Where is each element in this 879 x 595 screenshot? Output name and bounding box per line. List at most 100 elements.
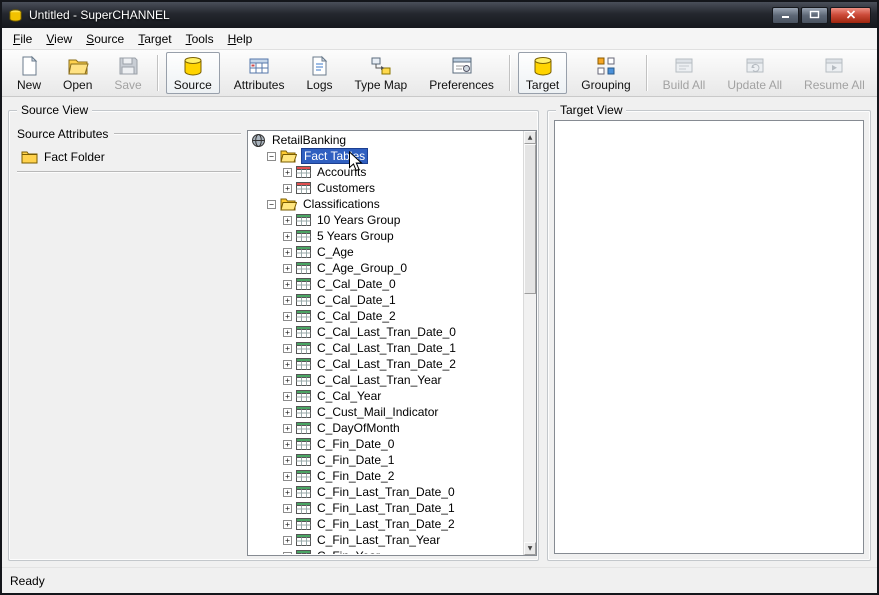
scroll-up-button[interactable]: ▲ — [524, 131, 536, 144]
tree-item-label: C_Fin_Last_Tran_Date_2 — [315, 517, 457, 531]
tree-item-c-cal-last-tran-date-2[interactable]: +C_Cal_Last_Tran_Date_2 — [249, 356, 522, 372]
tree-item-c-fin-date-0[interactable]: +C_Fin_Date_0 — [249, 436, 522, 452]
tree-item-c-age-group-0[interactable]: +C_Age_Group_0 — [249, 260, 522, 276]
expand-toggle-icon[interactable]: + — [283, 472, 292, 481]
expand-toggle-icon[interactable]: + — [283, 280, 292, 289]
expand-toggle-icon[interactable]: + — [283, 504, 292, 513]
tree-item-c-cal-year[interactable]: +C_Cal_Year — [249, 388, 522, 404]
expand-toggle-icon[interactable]: + — [283, 344, 292, 353]
expand-toggle-icon[interactable]: + — [283, 552, 292, 555]
scroll-down-button[interactable]: ▼ — [524, 542, 536, 555]
tree-item-fact-tables[interactable]: −Fact Tables — [249, 148, 522, 164]
tree-item-c-fin-date-2[interactable]: +C_Fin_Date_2 — [249, 468, 522, 484]
expand-toggle-icon[interactable]: + — [283, 408, 292, 417]
expand-toggle-icon[interactable]: + — [283, 216, 292, 225]
toolbar-target-button[interactable]: Target — [518, 52, 567, 94]
menu-tools[interactable]: Tools — [179, 30, 221, 48]
tree-item-c-fin-last-tran-date-2[interactable]: + C_Fin_Last_Tran_Date_2 — [249, 516, 522, 532]
tree-item-classifications[interactable]: −Classifications — [249, 196, 522, 212]
collapse-toggle-icon[interactable]: − — [267, 200, 276, 209]
tree-item-5-years-group[interactable]: +5 Years Group — [249, 228, 522, 244]
expand-toggle-icon[interactable]: + — [283, 424, 292, 433]
tree-item-label: RetailBanking — [270, 133, 348, 147]
toolbar-type-map-button[interactable]: Type Map — [347, 52, 416, 94]
toolbar-open-button[interactable]: Open — [55, 52, 100, 94]
tree-item-c-cal-date-0[interactable]: +C_Cal_Date_0 — [249, 276, 522, 292]
table-green-icon — [296, 309, 311, 323]
table-green-icon — [296, 389, 311, 403]
window-controls — [772, 7, 871, 24]
expand-toggle-icon[interactable]: + — [283, 184, 292, 193]
source-tree: RetailBanking−Fact Tables+Accounts+Custo… — [247, 130, 537, 556]
status-text: Ready — [10, 574, 45, 588]
menu-source[interactable]: Source — [79, 30, 131, 48]
tree-item-c-age[interactable]: + C_Age — [249, 244, 522, 260]
tree-item-c-fin-date-1[interactable]: +C_Fin_Date_1 — [249, 452, 522, 468]
source-attribute-item[interactable]: Fact Folder — [17, 141, 241, 171]
expand-toggle-icon[interactable]: + — [283, 536, 292, 545]
toolbar-separator — [509, 55, 511, 91]
toolbar-update-all-button: Update All — [719, 52, 790, 94]
toolbar-preferences-button[interactable]: Preferences — [421, 52, 502, 94]
tree-item-c-fin-year[interactable]: +C_Fin_Year — [249, 548, 522, 554]
main-area: Source View Source Attributes Fact Folde… — [2, 97, 877, 567]
maximize-button[interactable] — [801, 7, 828, 24]
tree-item-c-cust-mail-indicator[interactable]: +C_Cust_Mail_Indicator — [249, 404, 522, 420]
tree-item-c-fin-last-tran-date-1[interactable]: +C_Fin_Last_Tran_Date_1 — [249, 500, 522, 516]
tree-item-c-cal-last-tran-date-1[interactable]: +C_Cal_Last_Tran_Date_1 — [249, 340, 522, 356]
expand-toggle-icon[interactable]: + — [283, 168, 292, 177]
tree-item-c-cal-last-tran-year[interactable]: + C_Cal_Last_Tran_Year — [249, 372, 522, 388]
expand-toggle-icon[interactable]: + — [283, 488, 292, 497]
tree-item-c-cal-date-1[interactable]: +C_Cal_Date_1 — [249, 292, 522, 308]
expand-toggle-icon[interactable]: + — [283, 520, 292, 529]
collapse-toggle-icon[interactable]: − — [267, 152, 276, 161]
toolbar-resume-all-button: Resume All — [796, 52, 873, 94]
tree-item-c-fin-last-tran-date-0[interactable]: +C_Fin_Last_Tran_Date_0 — [249, 484, 522, 500]
separator-line — [17, 171, 241, 173]
expand-toggle-icon[interactable]: + — [283, 392, 292, 401]
toolbar-attributes-button[interactable]: Attributes — [226, 52, 293, 94]
table-green-icon — [296, 437, 311, 451]
toolbar-grouping-button[interactable]: Grouping — [573, 52, 638, 94]
menu-view[interactable]: View — [39, 30, 79, 48]
tree-item-label: C_Cal_Last_Tran_Year — [315, 373, 444, 387]
tree-item-retailbanking[interactable]: RetailBanking — [249, 132, 522, 148]
expand-toggle-icon[interactable]: + — [283, 248, 292, 257]
tree-scrollbar[interactable]: ▲ ▼ — [523, 131, 536, 555]
expand-toggle-icon[interactable]: + — [283, 296, 292, 305]
expand-toggle-icon[interactable]: + — [283, 440, 292, 449]
tree-item-label: C_Age — [315, 245, 356, 259]
close-button[interactable] — [830, 7, 871, 24]
expand-toggle-icon[interactable]: + — [283, 456, 292, 465]
separator-line — [114, 133, 241, 135]
expand-toggle-icon[interactable]: + — [283, 264, 292, 273]
tree-item-c-fin-last-tran-year[interactable]: +C_Fin_Last_Tran_Year — [249, 532, 522, 548]
open-folder-icon — [67, 55, 89, 77]
toolbar-logs-button[interactable]: Logs — [298, 52, 340, 94]
tree-item-accounts[interactable]: +Accounts — [249, 164, 522, 180]
expand-toggle-icon[interactable]: + — [283, 328, 292, 337]
scrollbar-thumb[interactable] — [524, 144, 536, 294]
menu-file[interactable]: File — [6, 30, 39, 48]
tree-item-c-dayofmonth[interactable]: +C_DayOfMonth — [249, 420, 522, 436]
menu-help[interactable]: Help — [221, 30, 260, 48]
tree-item-c-cal-date-2[interactable]: +C_Cal_Date_2 — [249, 308, 522, 324]
menu-target[interactable]: Target — [131, 30, 178, 48]
expand-toggle-icon[interactable]: + — [283, 376, 292, 385]
minimize-icon — [781, 6, 791, 24]
target-tree-area — [554, 120, 864, 554]
table-red-icon — [296, 165, 311, 179]
tree-item-customers[interactable]: +Customers — [249, 180, 522, 196]
tree-item-c-cal-last-tran-date-0[interactable]: + C_Cal_Last_Tran_Date_0 — [249, 324, 522, 340]
expand-toggle-icon[interactable]: + — [283, 312, 292, 321]
toolbar-new-button[interactable]: New — [9, 52, 49, 94]
minimize-button[interactable] — [772, 7, 799, 24]
tree-item-label: C_Cal_Last_Tran_Date_0 — [315, 325, 458, 339]
tree-item-10-years-group[interactable]: +10 Years Group — [249, 212, 522, 228]
expand-toggle-icon[interactable]: + — [283, 360, 292, 369]
toolbar-source-button[interactable]: Source — [166, 52, 220, 94]
expand-toggle-icon[interactable]: + — [283, 232, 292, 241]
toolbar-button-label: Build All — [663, 78, 706, 92]
title-bar[interactable]: Untitled - SuperCHANNEL — [2, 2, 877, 28]
table-green-icon — [296, 517, 311, 531]
